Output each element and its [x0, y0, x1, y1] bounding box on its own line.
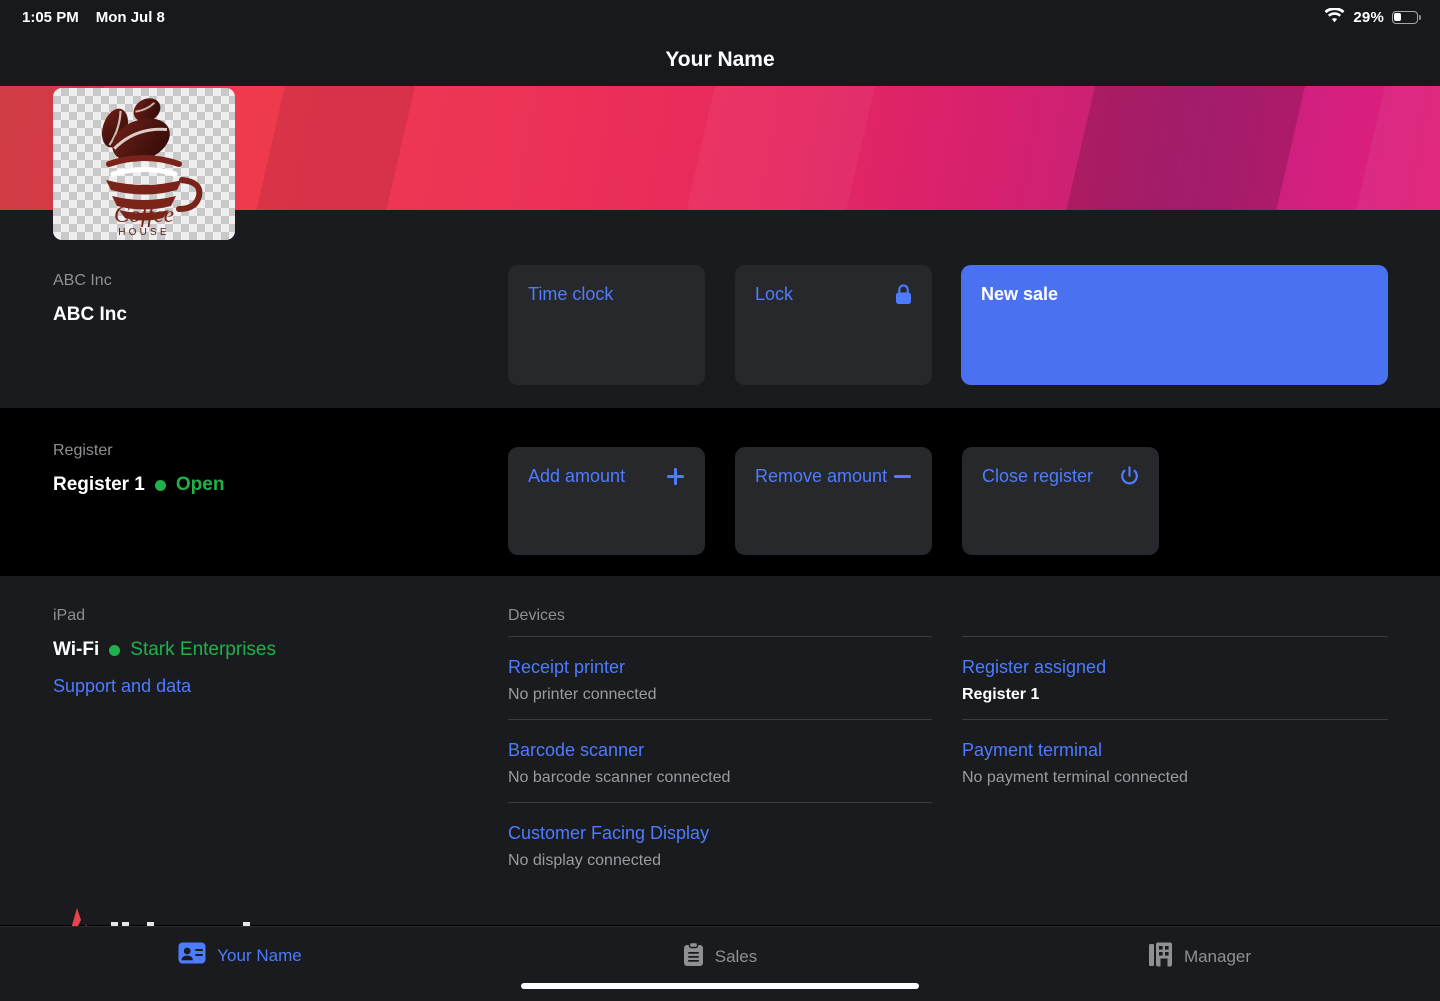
- time-clock-row: Time clock: [528, 283, 685, 305]
- ipad-info: iPad Wi-Fi Stark Enterprises Support and…: [53, 606, 276, 697]
- status-bar-right: 29%: [1324, 6, 1421, 27]
- register-info: Register Register 1 Open: [53, 441, 224, 497]
- network-name: Stark Enterprises: [130, 639, 276, 660]
- tab-your-name[interactable]: Your Name: [0, 942, 480, 969]
- new-sale-button[interactable]: New sale: [961, 265, 1388, 385]
- app-screen: 1:05 PM Mon Jul 8 29% Your Name Coffee H…: [0, 0, 1440, 1001]
- home-indicator[interactable]: [521, 983, 919, 989]
- connection-type: Wi-Fi: [53, 639, 100, 660]
- status-bar: 1:05 PM Mon Jul 8 29%: [0, 0, 1440, 34]
- device-status: No printer connected: [508, 686, 657, 703]
- payment-terminal-status: No payment terminal connected: [962, 769, 1188, 786]
- hero-facet: [680, 86, 880, 210]
- power-icon: [1120, 466, 1139, 486]
- minus-icon: [893, 467, 912, 486]
- lock-icon: [895, 283, 912, 305]
- add-amount-label: Add amount: [528, 466, 626, 486]
- battery-fill: [1394, 12, 1402, 22]
- register-assigned-value: Register 1: [962, 686, 1040, 703]
- merchant-info: ABC Inc ABC Inc: [53, 271, 127, 327]
- new-sale-label: New sale: [981, 284, 1059, 304]
- device-title: Receipt printer: [508, 657, 626, 677]
- device-title: Customer Facing Display: [508, 823, 710, 843]
- device-status: No display connected: [508, 852, 661, 869]
- clipboard-icon: [683, 941, 704, 972]
- tab-label: Manager: [1183, 947, 1252, 966]
- storefront-icon: [1148, 942, 1173, 972]
- register-label: Register: [53, 442, 113, 459]
- page-title: Your Name: [665, 48, 775, 71]
- hero-facet: [1350, 86, 1440, 210]
- status-bar-left: 1:05 PM Mon Jul 8: [22, 9, 165, 26]
- close-register-label: Close register: [982, 466, 1094, 486]
- device-status: No barcode scanner connected: [508, 769, 731, 786]
- battery-icon: [1392, 10, 1421, 24]
- tab-manager[interactable]: Manager: [960, 942, 1440, 972]
- register-column: Register assigned Register 1 Payment ter…: [962, 606, 1388, 802]
- add-amount-row: Add amount: [528, 465, 685, 487]
- lock-button[interactable]: Lock: [735, 265, 932, 385]
- register-name: Register 1: [53, 474, 145, 495]
- add-amount-button[interactable]: Add amount: [508, 447, 705, 555]
- payment-terminal-title: Payment terminal: [962, 740, 1103, 760]
- device-item-receipt-printer[interactable]: Receipt printer No printer connected: [508, 637, 932, 719]
- merchant-name: ABC Inc: [53, 304, 127, 325]
- remove-amount-button[interactable]: Remove amount: [735, 447, 932, 555]
- tab-sales[interactable]: Sales: [480, 941, 960, 972]
- lock-label: Lock: [755, 284, 794, 304]
- new-sale-row: New sale: [981, 283, 1368, 305]
- remove-amount-row: Remove amount: [755, 465, 912, 487]
- register-status-row: Register 1 Open: [53, 473, 224, 497]
- svg-text:HOUSE: HOUSE: [118, 227, 170, 238]
- device-title: Barcode scanner: [508, 740, 645, 760]
- coffee-house-logo-icon: Coffee HOUSE: [102, 98, 203, 238]
- brand-logo-icon: [71, 908, 250, 928]
- close-register-row: Close register: [982, 465, 1139, 487]
- battery-percent: 29%: [1353, 8, 1384, 26]
- hero-facet: [250, 86, 420, 210]
- svg-text:Coffee: Coffee: [114, 202, 174, 227]
- register-section: Register Register 1 Open Add amount Remo…: [0, 408, 1440, 576]
- device-item-barcode-scanner[interactable]: Barcode scanner No barcode scanner conne…: [508, 720, 932, 802]
- device-item-customer-facing-display[interactable]: Customer Facing Display No display conne…: [508, 803, 932, 885]
- time-clock-button[interactable]: Time clock: [508, 265, 705, 385]
- plus-icon: [666, 467, 685, 486]
- tab-label: Sales: [714, 947, 758, 966]
- payment-terminal-item[interactable]: Payment terminal No payment terminal con…: [962, 720, 1388, 802]
- network-status-dot-icon: [109, 644, 121, 656]
- ipad-label: iPad: [53, 607, 86, 624]
- contact-card-icon: [178, 942, 206, 969]
- devices-column: Devices Receipt printer No printer conne…: [508, 606, 932, 885]
- hero-facet: [1060, 86, 1310, 210]
- close-register-button[interactable]: Close register: [962, 447, 1159, 555]
- wifi-status-row: Wi-Fi Stark Enterprises: [53, 638, 276, 662]
- support-and-data-link[interactable]: Support and data: [53, 675, 276, 697]
- status-date: Mon Jul 8: [95, 8, 165, 26]
- wifi-icon: [1324, 6, 1345, 27]
- time-clock-label: Time clock: [528, 284, 614, 304]
- status-dot-icon: [154, 479, 166, 491]
- lock-row: Lock: [755, 283, 912, 305]
- register-column-heading: [962, 606, 1388, 628]
- tab-label: Your Name: [217, 945, 302, 965]
- register-assigned-title: Register assigned: [962, 657, 1107, 677]
- devices-heading: Devices: [508, 607, 565, 624]
- merchant-label: ABC Inc: [53, 272, 112, 289]
- brand-mark: [55, 906, 355, 928]
- remove-amount-label: Remove amount: [755, 466, 888, 486]
- status-time: 1:05 PM: [22, 8, 79, 26]
- register-assigned-item[interactable]: Register assigned Register 1: [962, 637, 1388, 719]
- merchant-logo: Coffee HOUSE: [53, 88, 235, 240]
- register-status: Open: [175, 474, 225, 495]
- tab-bar: Your Name Sales Manager: [0, 926, 1440, 1001]
- nav-bar: Your Name: [0, 34, 1440, 86]
